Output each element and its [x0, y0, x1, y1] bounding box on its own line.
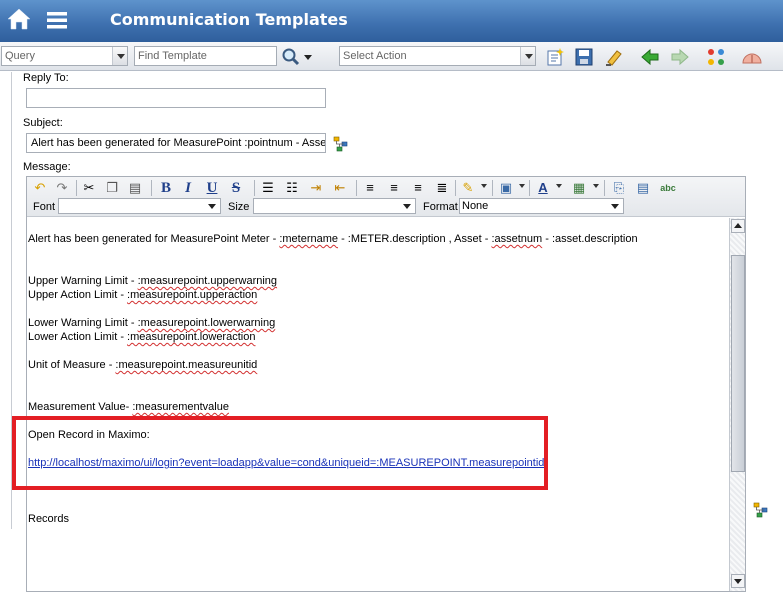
- substitution-variables-icon[interactable]: [753, 502, 769, 518]
- toolbar-separator: [151, 180, 152, 196]
- copy-icon[interactable]: ❐: [103, 179, 121, 197]
- indent-icon[interactable]: ⇥: [307, 179, 325, 197]
- align-center-icon[interactable]: ≡: [385, 179, 403, 197]
- align-right-icon[interactable]: ≡: [409, 179, 427, 197]
- select-action-combo[interactable]: Select Action: [339, 46, 536, 66]
- message-label: Message:: [23, 161, 71, 173]
- underline-icon[interactable]: U: [203, 179, 221, 197]
- chevron-down-icon[interactable]: [520, 47, 535, 65]
- next-record-icon: [671, 48, 689, 66]
- undo-icon[interactable]: ↶: [31, 179, 49, 197]
- chevron-down-icon: [734, 579, 742, 584]
- query-combo[interactable]: Query: [1, 46, 128, 66]
- toolbar-separator: [455, 180, 456, 196]
- query-combo-text: Query: [5, 50, 35, 62]
- cut-icon[interactable]: ✂: [80, 179, 98, 197]
- bold-icon[interactable]: B: [157, 179, 175, 197]
- format-select[interactable]: None: [459, 198, 624, 214]
- toolbar-separator: [604, 180, 605, 196]
- font-color-icon[interactable]: A: [534, 179, 552, 197]
- scroll-thumb[interactable]: [731, 255, 745, 472]
- find-template-placeholder: Find Template: [138, 50, 207, 62]
- body-line: Lower Warning Limit - :measurepoint.lowe…: [28, 317, 276, 329]
- size-select[interactable]: [253, 198, 416, 214]
- spellcheck-icon[interactable]: abc: [658, 179, 678, 197]
- font-select[interactable]: [58, 198, 221, 214]
- toolbar-separator: [76, 180, 77, 196]
- font-label: Font: [33, 201, 56, 213]
- body-line: Upper Action Limit - :measurepoint.upper…: [28, 289, 258, 301]
- app-title: Communication Templates: [110, 10, 348, 29]
- background-color-icon[interactable]: ▦: [570, 179, 588, 197]
- annotation-highlight: [12, 416, 548, 490]
- substitution-variables-icon[interactable]: [333, 136, 349, 152]
- italic-icon[interactable]: I: [179, 179, 197, 197]
- find-template-input[interactable]: Find Template: [134, 46, 277, 66]
- toolbar-separator: [529, 180, 530, 196]
- outdent-icon[interactable]: ⇤: [331, 179, 349, 197]
- body-line: Lower Action Limit - :measurepoint.lower…: [28, 331, 256, 343]
- previous-record-icon[interactable]: [640, 47, 660, 67]
- numbered-list-icon[interactable]: ☰: [259, 179, 277, 197]
- insert-variable-icon[interactable]: ⎘: [610, 179, 628, 197]
- format-label: Format: [423, 201, 458, 213]
- reply-to-field[interactable]: [26, 88, 326, 108]
- link-icon[interactable]: ✎: [459, 179, 477, 197]
- size-label: Size: [228, 201, 250, 213]
- home-icon[interactable]: [6, 6, 32, 32]
- editor-body[interactable]: Alert has been generated for MeasurePoin…: [27, 218, 729, 591]
- toolbar-separator: [492, 180, 493, 196]
- strikethrough-icon[interactable]: S: [227, 179, 245, 197]
- chevron-down-icon[interactable]: [519, 184, 525, 188]
- rich-text-editor: ↶ ↷ ✂ ❐ ▤ B I U S ☰ ☷ ⇥ ⇤ ≡ ≡ ≡ ≣ ✎ ▣ A …: [26, 176, 746, 592]
- preview-icon[interactable]: ▤: [633, 179, 653, 197]
- subject-field[interactable]: Alert has been generated for MeasurePoin…: [26, 133, 326, 153]
- body-line: Measurement Value- :measurementvalue: [28, 401, 229, 413]
- toolbar-separator: [356, 180, 357, 196]
- image-icon[interactable]: ▣: [497, 179, 515, 197]
- hamburger-menu-icon[interactable]: [46, 9, 68, 31]
- body-line: Alert has been generated for MeasurePoin…: [28, 233, 638, 245]
- save-icon[interactable]: [574, 47, 594, 67]
- align-left-icon[interactable]: ≡: [361, 179, 379, 197]
- main-toolbar: Query Find Template Select Action: [0, 42, 783, 71]
- chevron-up-icon: [734, 223, 742, 228]
- toolbar-separator: [254, 180, 255, 196]
- editor-toolbar: ↶ ↷ ✂ ❐ ▤ B I U S ☰ ☷ ⇥ ⇤ ≡ ≡ ≡ ≣ ✎ ▣ A …: [27, 177, 745, 217]
- chevron-down-icon[interactable]: [556, 184, 562, 188]
- chevron-down-icon[interactable]: [112, 47, 127, 65]
- workflow-icon[interactable]: [706, 47, 726, 67]
- body-line: Upper Warning Limit - :measurepoint.uppe…: [28, 275, 278, 287]
- reply-to-label: Reply To:: [23, 72, 69, 84]
- editor-scrollbar[interactable]: [729, 218, 745, 591]
- clear-changes-icon[interactable]: [604, 47, 624, 67]
- subject-label: Subject:: [23, 117, 63, 129]
- select-action-text: Select Action: [343, 50, 407, 62]
- bullet-list-icon[interactable]: ☷: [283, 179, 301, 197]
- body-line: Records: [28, 513, 69, 525]
- chevron-down-icon[interactable]: [593, 184, 599, 188]
- scroll-up-button[interactable]: [731, 219, 745, 233]
- title-bar: Communication Templates: [0, 0, 783, 42]
- search-icon[interactable]: [281, 47, 315, 67]
- redo-icon[interactable]: ↷: [53, 179, 71, 197]
- scroll-down-button[interactable]: [731, 574, 745, 588]
- format-select-value: None: [462, 200, 489, 212]
- help-icon[interactable]: [740, 47, 764, 67]
- body-line: Unit of Measure - :measurepoint.measureu…: [28, 359, 258, 371]
- align-justify-icon[interactable]: ≣: [433, 179, 451, 197]
- new-record-icon[interactable]: [545, 47, 565, 67]
- paste-icon[interactable]: ▤: [126, 179, 144, 197]
- chevron-down-icon[interactable]: [481, 184, 487, 188]
